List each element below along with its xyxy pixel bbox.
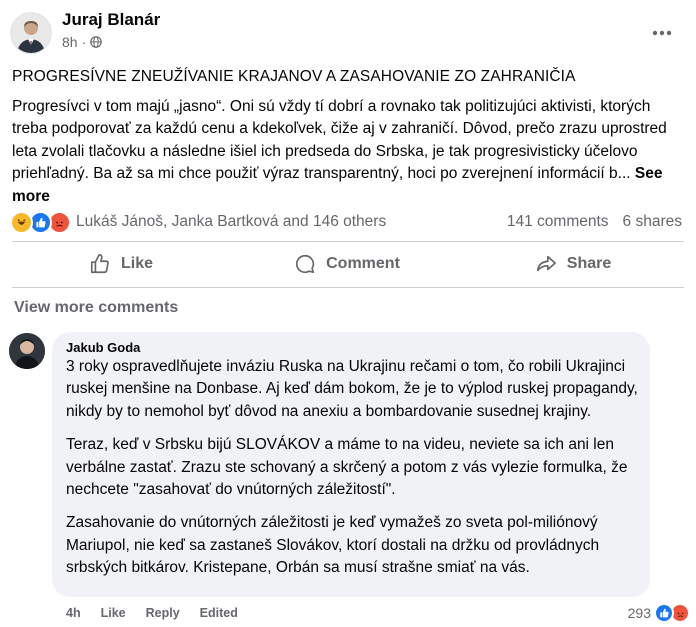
author-photo	[11, 13, 51, 53]
comments-count[interactable]: 141 comments	[507, 213, 609, 231]
commenter-name[interactable]: Jakub Goda	[66, 340, 140, 355]
comment-time[interactable]: 4h	[66, 606, 81, 620]
author-avatar[interactable]	[10, 12, 52, 54]
post-body-text: Progresívci v tom majú „jasno“. Oni sú v…	[12, 98, 667, 183]
comment-like-reaction-icon	[654, 603, 674, 623]
reaction-names[interactable]: Lukáš Jánoš, Janka Bartková and 146 othe…	[76, 213, 386, 231]
engagement-counts: 141 comments 6 shares	[507, 213, 682, 231]
comment-reactions[interactable]: 293	[627, 603, 690, 623]
commenter-photo	[9, 333, 45, 369]
commenter-avatar[interactable]	[9, 333, 45, 369]
comment-paragraph: 3 roky ospravedlňujete inváziu Ruska na …	[66, 358, 638, 420]
more-options-button[interactable]	[652, 24, 672, 36]
post-meta: 8h ·	[62, 34, 103, 50]
comment-reaction-count: 293	[627, 605, 651, 621]
comment-footer: 4h Like Reply Edited	[66, 606, 238, 620]
view-more-comments-link[interactable]: View more comments	[14, 299, 178, 317]
comment-bubble-icon	[296, 254, 315, 274]
comment-edited-label: Edited	[199, 606, 238, 620]
comment-button[interactable]: Comment	[238, 244, 456, 284]
comment-reply-button[interactable]: Reply	[146, 606, 180, 620]
shares-count[interactable]: 6 shares	[623, 213, 682, 231]
divider-bottom	[12, 287, 684, 288]
comment-label: Comment	[326, 255, 400, 272]
thumbs-up-icon	[90, 254, 109, 274]
share-arrow-icon	[536, 255, 556, 272]
like-label: Like	[120, 255, 153, 272]
comment-paragraph: Teraz, keď v Srbsku bijú SLOVÁKOV a máme…	[66, 436, 628, 499]
comment-text: 3 roky ospravedlňujete inváziu Ruska na …	[66, 356, 640, 591]
share-button[interactable]: Share	[464, 244, 682, 284]
haha-reaction-icon	[10, 211, 33, 234]
reaction-icons[interactable]	[10, 211, 71, 234]
more-dots-icon	[652, 30, 672, 36]
comment-like-button[interactable]: Like	[101, 606, 126, 620]
like-button[interactable]: Like	[12, 244, 230, 284]
share-label: Share	[566, 255, 612, 272]
post-author-name[interactable]: Juraj Blanár	[62, 10, 160, 30]
globe-icon	[90, 36, 103, 48]
meta-separator: ·	[81, 34, 87, 50]
post-body: Progresívci v tom majú „jasno“. Oni sú v…	[12, 96, 682, 208]
divider-top	[12, 241, 684, 242]
comment-paragraph: Zasahovanie do vnútorných záležitosti je…	[66, 514, 600, 577]
post-title: PROGRESÍVNE ZNEUŽÍVANIE KRAJANOV A ZASAH…	[12, 68, 576, 85]
post-time[interactable]: 8h	[62, 34, 78, 50]
